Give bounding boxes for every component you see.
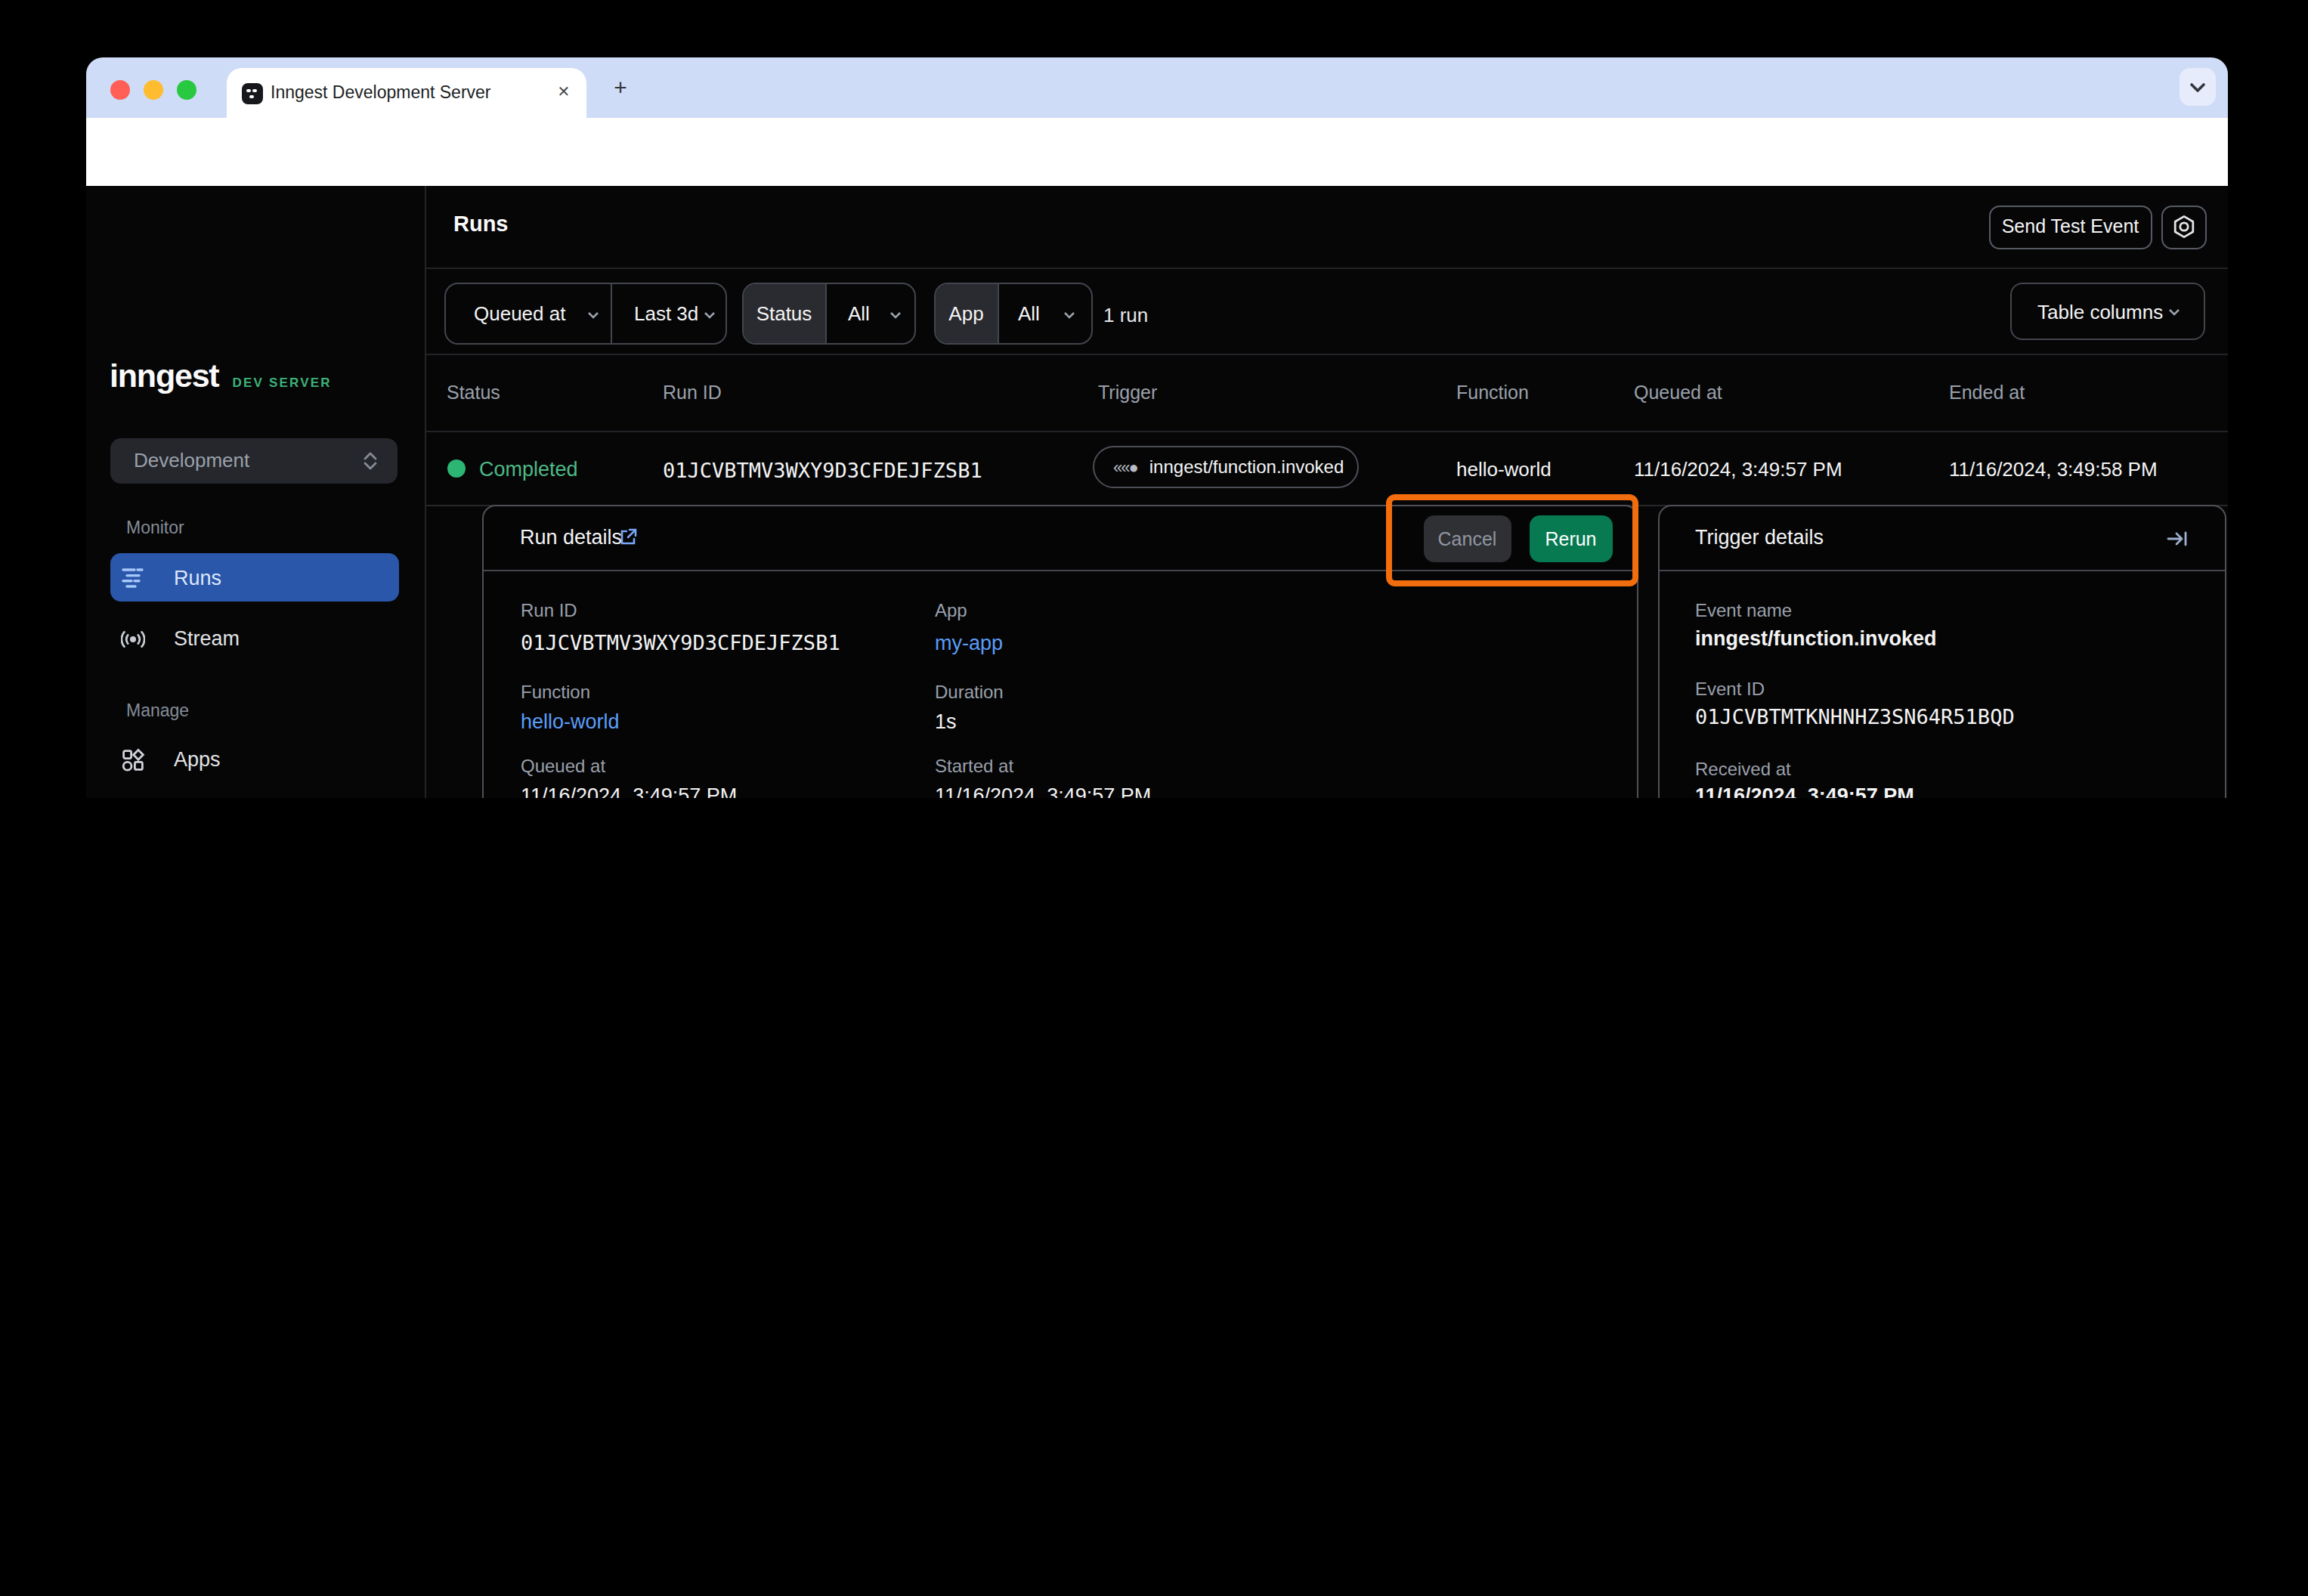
row-status[interactable]: Completed [479, 458, 578, 481]
app-filter-value: All [1018, 284, 1040, 343]
field-label: App [935, 599, 967, 620]
app-link[interactable]: my-app [935, 631, 1003, 654]
screenshot: Inngest Development Server ✕ + [0, 0, 2308, 798]
page-title: Runs [453, 211, 509, 235]
environment-select-value: Development [134, 438, 249, 484]
sidebar-item-label: Runs [174, 566, 221, 589]
stream-icon [121, 626, 145, 651]
col-queued-at: Queued at [1634, 382, 1722, 403]
inngest-favicon [242, 82, 263, 104]
col-run-id: Run ID [663, 382, 722, 403]
inngest-app: inngest DEV SERVER Development Monitor R… [85, 185, 2227, 798]
browser-toolbar: localhost:8288/runs [85, 117, 2227, 185]
row-function[interactable]: hello-world [1456, 458, 1552, 481]
monitor-section-label: Monitor [126, 518, 184, 536]
field-label: Function [521, 681, 590, 702]
external-link-icon[interactable] [618, 527, 638, 546]
sidebar-item-label: Apps [174, 748, 221, 771]
field-label: Duration [935, 681, 1004, 702]
annotation-rectangle [1385, 493, 1638, 586]
browser-tab[interactable]: Inngest Development Server ✕ [227, 68, 586, 117]
manage-section-label: Manage [126, 701, 189, 719]
run-details-title: Run details [520, 506, 622, 569]
runs-icon [121, 565, 145, 589]
tab-close-icon[interactable]: ✕ [553, 82, 574, 103]
table-columns-label: Table columns [2037, 283, 2163, 339]
field-label: Queued at [521, 756, 605, 777]
status-filter[interactable]: Status All [742, 283, 915, 345]
environment-select[interactable]: Development [110, 438, 397, 484]
trigger-details-header: Trigger details [1659, 506, 2224, 571]
browser-window: Inngest Development Server ✕ + [85, 57, 2227, 798]
event-name-value: inngest/function.invoked [1695, 626, 1937, 649]
run-count: 1 run [1103, 304, 1148, 326]
trigger-badge-label: inngest/function.invoked [1149, 456, 1344, 478]
settings-button[interactable] [2161, 205, 2206, 249]
traffic-light-close[interactable] [110, 79, 129, 99]
trigger-badge[interactable]: ««● inngest/function.invoked [1092, 446, 1358, 487]
new-tab-button[interactable]: + [607, 73, 634, 101]
status-dot [447, 459, 465, 477]
apps-icon [121, 747, 145, 772]
col-function: Function [1456, 382, 1529, 403]
sidebar: inngest DEV SERVER Development Monitor R… [85, 185, 426, 798]
sidebar-item-apps[interactable]: Apps [110, 735, 398, 784]
app-filter[interactable]: App All [933, 283, 1092, 345]
traffic-light-minimize[interactable] [144, 79, 163, 99]
app-filter-label: App [935, 284, 999, 343]
col-trigger: Trigger [1098, 382, 1157, 403]
tab-search-chevron-icon[interactable] [2179, 68, 2215, 106]
queued-at-filter[interactable]: Queued at Last 3d [444, 283, 727, 345]
sidebar-item-label: Stream [174, 627, 240, 650]
duration-value: 1s [935, 710, 957, 732]
started-value: 11/16/2024, 3:49:57 PM [935, 784, 1151, 798]
trigger-details-panel: Trigger details Event name inngest/funct… [1657, 504, 2226, 798]
trigger-details-title: Trigger details [1695, 506, 1824, 569]
queued-value: 11/16/2024, 3:49:57 PM [521, 784, 737, 798]
sidebar-item-stream[interactable]: Stream [110, 614, 398, 663]
send-test-event-button[interactable]: Send Test Event [1988, 205, 2152, 249]
event-id-value: 01JCVBTMTKNHNHZ3SN64R51BQD [1695, 704, 2015, 728]
sidebar-item-functions[interactable]: Functions [110, 796, 398, 798]
status-filter-label: Status [744, 284, 826, 343]
queued-at-filter-label: Queued at [474, 284, 565, 343]
traffic-light-zoom[interactable] [176, 79, 196, 99]
field-label: Run ID [521, 599, 577, 620]
field-label: Started at [935, 756, 1013, 777]
event-icon: ««● [1113, 458, 1137, 476]
field-label: Received at [1695, 758, 1791, 779]
function-link[interactable]: hello-world [521, 710, 620, 732]
sidebar-item-runs[interactable]: Runs [110, 553, 398, 602]
col-ended-at: Ended at [1949, 382, 2025, 403]
dev-server-badge: DEV SERVER [233, 374, 332, 389]
row-queued-at: 11/16/2024, 3:49:57 PM [1634, 458, 1842, 481]
tab-strip: Inngest Development Server ✕ + [85, 57, 2227, 117]
field-label: Event name [1695, 599, 1792, 620]
col-status: Status [447, 382, 500, 403]
status-filter-value: All [848, 284, 870, 343]
time-range-value: Last 3d [634, 284, 698, 343]
row-run-id[interactable]: 01JCVBTMV3WXY9D3CFDEJFZSB1 [663, 458, 982, 482]
row-ended-at: 11/16/2024, 3:49:58 PM [1949, 458, 2158, 481]
received-at-value: 11/16/2024, 3:49:57 PM [1695, 784, 1914, 798]
inngest-logo: inngest [110, 357, 219, 395]
run-id-value: 01JCVBTMV3WXY9D3CFDEJFZSB1 [521, 629, 840, 654]
main-content: Runs Send Test Event Queued at Last 3d S… [426, 185, 2227, 798]
field-label: Event ID [1695, 679, 1765, 700]
table-columns-button[interactable]: Table columns [2010, 282, 2205, 340]
tab-title: Inngest Development Server [271, 68, 491, 116]
collapse-panel-icon[interactable] [2165, 527, 2188, 549]
